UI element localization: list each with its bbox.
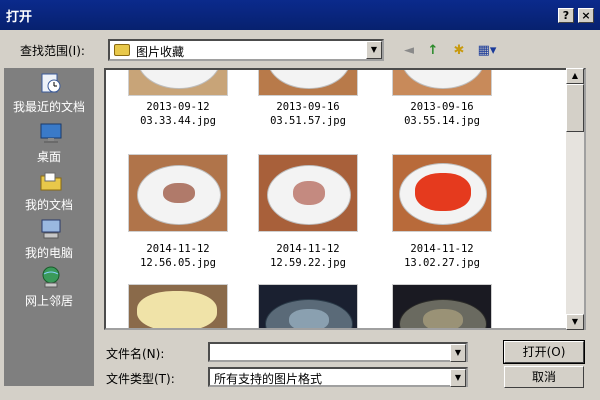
place-recent-documents[interactable]: 我最近的文档 — [4, 72, 94, 118]
file-item[interactable]: 2014-11-12 12.56.05.jpg — [113, 242, 243, 270]
file-name: 03.55.14.jpg — [404, 115, 480, 127]
file-name: 03.51.57.jpg — [270, 115, 346, 127]
file-item[interactable]: 2014-11-12 13.02.27.jpg — [377, 242, 507, 270]
file-name: 12.56.05.jpg — [140, 257, 216, 269]
chevron-down-icon[interactable]: ▼ — [450, 369, 466, 387]
new-folder-icon[interactable]: ✱ — [450, 42, 468, 60]
file-thumbnail[interactable] — [128, 154, 228, 232]
filetype-select[interactable]: 所有支持的图片格式 ▼ — [208, 367, 468, 387]
up-folder-icon[interactable]: ↑ — [424, 42, 442, 60]
place-my-documents[interactable]: 我的文档 — [4, 170, 94, 216]
file-thumbnail[interactable] — [128, 284, 228, 328]
filetype-label: 文件类型(T): — [106, 372, 175, 386]
file-item[interactable]: 2013-09-16 03.51.57.jpg — [243, 100, 373, 128]
file-date: 2014-11-12 — [146, 243, 210, 255]
look-in-value: 图片收藏 — [136, 45, 185, 59]
open-dialog: 打开 ? × 查找范围(I): 图片收藏 ▼ ◄ ↑ ✱ ▦▾ 我最近的文档 桌… — [0, 0, 600, 400]
filename-label: 文件名(N): — [106, 347, 165, 361]
network-icon — [42, 266, 60, 288]
title-bar[interactable]: 打开 ? × — [0, 0, 600, 30]
chevron-down-icon[interactable]: ▼ — [450, 344, 466, 362]
file-name: 13.02.27.jpg — [404, 257, 480, 269]
folder-icon — [114, 44, 130, 56]
places-bar: 我最近的文档 桌面 我的文档 我的电脑 网上邻居 — [4, 68, 94, 386]
file-item[interactable]: 2014-11-12 12.59.22.jpg — [243, 242, 373, 270]
file-thumbnail[interactable] — [258, 70, 358, 96]
place-network[interactable]: 网上邻居 — [4, 266, 94, 312]
scroll-up-button[interactable]: ▲ — [566, 68, 584, 84]
cancel-button[interactable]: 取消 — [504, 366, 584, 388]
file-list-scrollbar[interactable]: ▲ ▼ — [566, 68, 584, 330]
file-name: 03.33.44.jpg — [140, 115, 216, 127]
filename-input[interactable]: ▼ — [208, 342, 468, 362]
place-my-computer[interactable]: 我的电脑 — [4, 218, 94, 264]
look-in-combobox[interactable]: 图片收藏 ▼ — [108, 39, 384, 61]
recent-documents-icon — [41, 73, 61, 93]
file-thumbnail[interactable] — [392, 154, 492, 232]
file-list[interactable]: 2013-09-12 03.33.44.jpg 2013-09-16 03.51… — [104, 68, 586, 330]
file-date: 2013-09-12 — [146, 101, 210, 113]
my-computer-icon — [41, 219, 61, 239]
file-date: 2013-09-16 — [410, 101, 474, 113]
file-item[interactable]: 2013-09-12 03.33.44.jpg — [113, 100, 243, 128]
file-item[interactable]: 2013-09-16 03.55.14.jpg — [377, 100, 507, 128]
my-documents-icon — [40, 172, 62, 191]
window-title: 打开 — [6, 10, 33, 25]
file-name: 12.59.22.jpg — [270, 257, 346, 269]
place-desktop[interactable]: 桌面 — [4, 122, 94, 168]
place-label: 我的文档 — [24, 198, 73, 212]
look-in-label: 查找范围(I): — [20, 44, 85, 58]
place-label: 桌面 — [36, 150, 61, 164]
filetype-value: 所有支持的图片格式 — [214, 372, 323, 386]
place-label: 我最近的文档 — [12, 100, 85, 114]
help-button[interactable]: ? — [558, 8, 574, 23]
file-thumbnail[interactable] — [128, 70, 228, 96]
back-icon[interactable]: ◄ — [400, 42, 418, 60]
place-label: 我的电脑 — [24, 246, 73, 260]
file-thumbnail[interactable] — [258, 284, 358, 328]
file-thumbnail[interactable] — [392, 284, 492, 328]
scroll-down-button[interactable]: ▼ — [566, 314, 584, 330]
place-label: 网上邻居 — [24, 294, 73, 308]
open-button[interactable]: 打开(O) — [503, 340, 585, 364]
file-date: 2014-11-12 — [276, 243, 340, 255]
close-button[interactable]: × — [578, 8, 594, 23]
file-date: 2014-11-12 — [410, 243, 474, 255]
file-thumbnail[interactable] — [392, 70, 492, 96]
desktop-icon — [40, 123, 62, 143]
views-menu-icon[interactable]: ▦▾ — [474, 42, 500, 60]
file-date: 2013-09-16 — [276, 101, 340, 113]
chevron-down-icon[interactable]: ▼ — [366, 41, 382, 59]
file-thumbnail[interactable] — [258, 154, 358, 232]
scroll-thumb[interactable] — [566, 84, 584, 132]
